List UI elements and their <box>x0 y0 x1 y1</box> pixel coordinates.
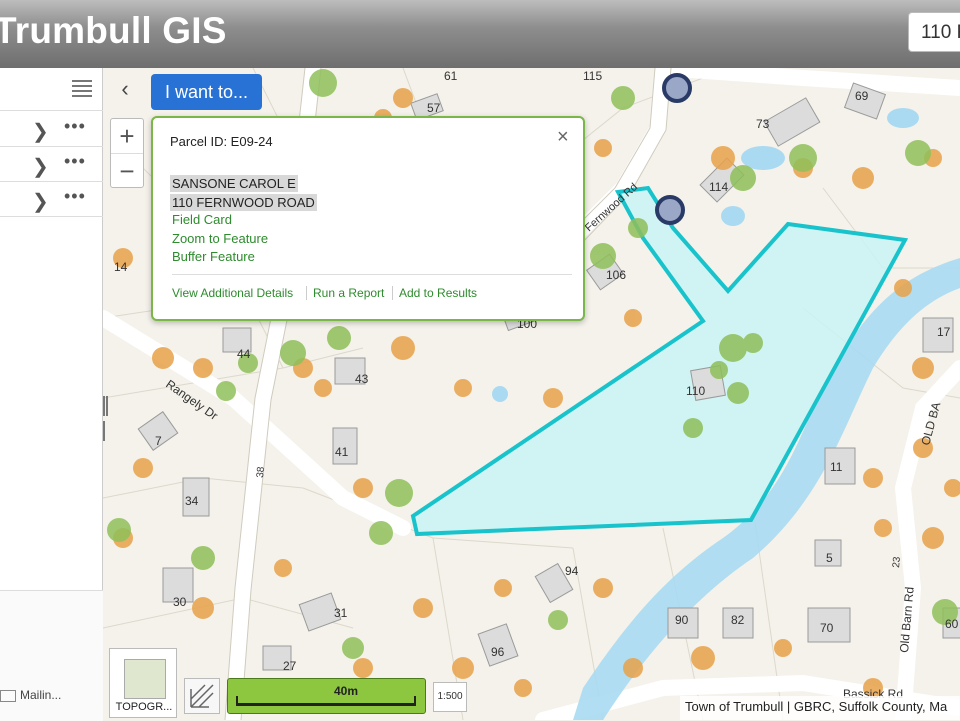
house-number: 30 <box>173 595 187 609</box>
house-number: 57 <box>427 101 441 115</box>
house-number: 73 <box>756 117 770 131</box>
house-number: 44 <box>237 347 251 361</box>
house-number: 61 <box>444 69 458 83</box>
sidebar-item[interactable]: ❯ ••• <box>0 147 103 182</box>
map-marker[interactable] <box>655 195 685 225</box>
app-header: Trumbull GIS 110 F <box>0 0 960 68</box>
house-number: 96 <box>491 645 505 659</box>
house-number: 94 <box>565 564 579 578</box>
house-number: 38 <box>255 466 267 478</box>
sidebar: ❯ ••• ❯ ••• ❯ ••• Mailin... <box>0 68 103 721</box>
mailing-item[interactable]: Mailin... <box>0 688 61 702</box>
parcel-popup: Parcel ID: E09-24 × SANSONE CAROL E 110 … <box>151 116 585 321</box>
search-value: 110 F <box>921 22 960 43</box>
zoom-out-button[interactable]: − <box>111 154 143 188</box>
close-icon[interactable]: × <box>557 126 569 149</box>
add-to-results-link[interactable]: Add to Results <box>399 286 477 300</box>
popup-divider <box>172 274 572 275</box>
house-number: 17 <box>937 325 951 339</box>
sidebar-item[interactable]: ❯ ••• <box>0 182 103 217</box>
view-details-link[interactable]: View Additional Details <box>172 286 293 300</box>
scale-ratio-button[interactable]: 1:500 <box>433 682 467 712</box>
house-number: 110 <box>686 384 705 398</box>
house-number: 70 <box>820 621 834 635</box>
buffer-feature-link[interactable]: Buffer Feature <box>172 249 255 264</box>
map-marker[interactable] <box>662 73 692 103</box>
scale-label: 40m <box>334 684 359 698</box>
basemap-label: TOPOGR... <box>115 701 173 713</box>
house-number: 69 <box>855 89 869 103</box>
house-number: 31 <box>334 606 348 620</box>
more-icon[interactable]: ••• <box>64 151 86 172</box>
house-number: 60 <box>945 617 959 631</box>
zoom-control: + − <box>110 118 144 188</box>
zoom-in-button[interactable]: + <box>111 119 143 154</box>
basemap-thumbnail <box>124 659 166 699</box>
menu-icon[interactable] <box>72 80 92 97</box>
grid-icon <box>190 684 214 708</box>
search-input[interactable]: 110 F <box>908 12 960 52</box>
sidebar-header <box>0 68 103 111</box>
chevron-right-icon[interactable]: ❯ <box>32 189 49 214</box>
link-separator <box>392 286 393 300</box>
owner-name: SANSONE CAROL E <box>170 175 298 192</box>
chevron-right-icon[interactable]: ❯ <box>32 119 49 144</box>
basemap-switcher[interactable]: TOPOGR... <box>109 648 177 718</box>
sidebar-item[interactable]: ❯ ••• <box>0 112 103 147</box>
house-number: 14 <box>114 260 128 274</box>
more-icon[interactable]: ••• <box>64 116 86 137</box>
house-number: 11 <box>830 460 843 474</box>
i-want-to-button[interactable]: I want to... <box>151 74 262 110</box>
scale-bar: 40m <box>227 678 426 714</box>
house-number: 27 <box>283 659 297 673</box>
house-number: 82 <box>731 613 745 627</box>
chevron-right-icon[interactable]: ❯ <box>32 154 49 179</box>
house-number: 5 <box>826 551 833 565</box>
house-number: 114 <box>709 180 728 194</box>
zoom-to-feature-link[interactable]: Zoom to Feature <box>172 231 268 246</box>
field-card-link[interactable]: Field Card <box>172 212 232 227</box>
house-number: 90 <box>675 613 689 627</box>
scale-line <box>236 703 416 706</box>
parcel-address: 110 FERNWOOD ROAD <box>170 194 317 211</box>
house-number: 34 <box>185 494 199 508</box>
parcel-id: Parcel ID: E09-24 <box>170 134 273 149</box>
coordinate-tool-button[interactable] <box>184 678 220 714</box>
more-icon[interactable]: ••• <box>64 186 86 207</box>
panel-resize-handle[interactable] <box>103 396 111 441</box>
house-number: 7 <box>155 434 162 448</box>
house-number: 115 <box>583 69 602 83</box>
collapse-panel-button[interactable]: ‹ <box>110 74 140 104</box>
mail-icon <box>0 689 16 702</box>
house-number: 41 <box>335 445 349 459</box>
map-attribution: Town of Trumbull | GBRC, Suffolk County,… <box>680 696 960 720</box>
mailing-label: Mailin... <box>20 688 62 702</box>
link-separator <box>306 286 307 300</box>
app-title: Trumbull GIS <box>0 10 227 51</box>
house-number: 106 <box>606 268 626 282</box>
run-report-link[interactable]: Run a Report <box>313 286 384 300</box>
house-number: 23 <box>891 556 903 568</box>
house-number: 43 <box>355 372 369 386</box>
